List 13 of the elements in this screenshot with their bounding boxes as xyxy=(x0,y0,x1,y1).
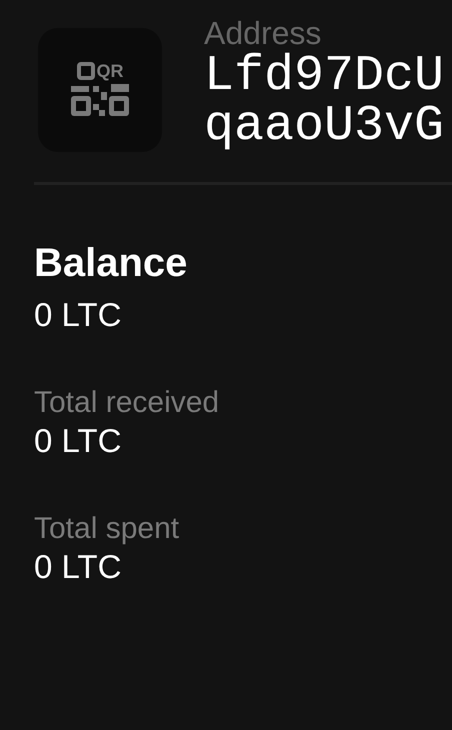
balance-heading: Balance xyxy=(34,240,188,287)
balance-value: 0 LTC xyxy=(34,295,122,335)
address-value: Lfd97DcU xyxy=(204,52,444,102)
stat-value: 0 LTC xyxy=(34,547,122,587)
address-label: Address xyxy=(204,14,322,52)
qr-code-icon xyxy=(71,82,129,118)
address-value: qaaoU3vG xyxy=(204,102,444,152)
qr-code-icon xyxy=(76,62,94,80)
stat-value: 0 LTC xyxy=(34,421,122,461)
stat-label: Total spent xyxy=(34,511,180,547)
qr-tile[interactable]: QR xyxy=(38,28,162,152)
qr-label: QR xyxy=(96,62,124,80)
stat-label: Total received xyxy=(34,385,220,421)
